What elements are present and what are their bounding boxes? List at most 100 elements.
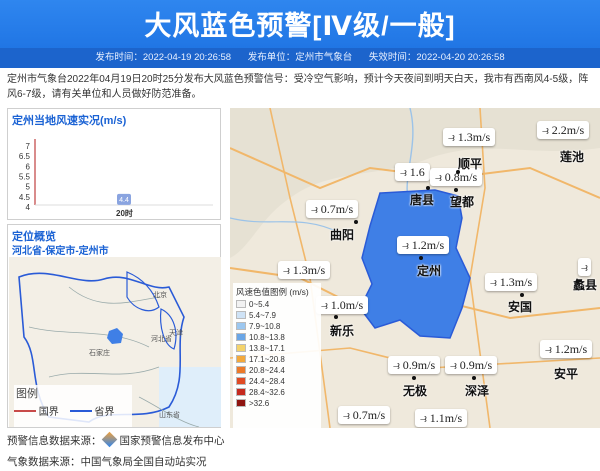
scale-swatch xyxy=(236,311,246,319)
location-path: 河北省-保定市-定州市 xyxy=(12,246,109,257)
city-dot xyxy=(472,376,476,380)
scale-row: 17.1~20.8 xyxy=(236,355,318,366)
wind-label[interactable]: ⥽ 1.1m/s xyxy=(415,409,468,427)
warning-meta: 发布时间：2022-04-19 20:26:58 发布单位：定州市气象台 失效时… xyxy=(0,48,600,68)
scale-swatch xyxy=(236,344,246,352)
scale-label: >32.6 xyxy=(249,399,270,408)
data-label: 4.4 xyxy=(119,197,129,204)
legend-country: 国界 xyxy=(38,407,59,418)
mini-map-legend: 图例 国界 省界 xyxy=(14,385,132,427)
wind-label[interactable]: ⥽ 1.2m/s xyxy=(397,236,450,254)
city-dot xyxy=(334,315,338,319)
city-shenze[interactable]: 深泽 xyxy=(465,382,489,399)
tianjin-border xyxy=(159,308,177,350)
wind-label[interactable]: ⥽ 1.3m/s xyxy=(278,261,331,279)
city-shunping[interactable]: 顺平 xyxy=(458,155,482,172)
mini-label-shijiazhuang: 石家庄 xyxy=(89,348,110,357)
scale-row: 5.4~7.9 xyxy=(236,311,318,322)
issue-time: 发布时间：2022-04-19 20:26:58 xyxy=(95,52,232,63)
city-dot xyxy=(426,186,430,190)
source-name[interactable]: 国家预警信息发布中心 xyxy=(120,435,225,447)
city-lixian[interactable]: 蠡县 xyxy=(573,276,597,293)
province-border-swatch xyxy=(69,410,92,412)
warning-source: 预警信息数据来源： 国家预警信息发布中心 xyxy=(7,431,225,448)
scale-swatch xyxy=(236,377,246,385)
legend-title: 图例 xyxy=(16,388,38,400)
weather-source: 气象数据来源：中国气象局全国自动站实况 xyxy=(7,456,207,468)
wind-label[interactable]: ⥽ 1.6 xyxy=(395,163,430,181)
city-lianchi[interactable]: 莲池 xyxy=(560,148,584,165)
source-logo-icon xyxy=(101,431,117,448)
scale-label: 10.8~13.8 xyxy=(249,333,285,342)
warning-header: 大风蓝色预警[Ⅳ级/一般] 发布时间：2022-04-19 20:26:58 发… xyxy=(0,0,600,68)
wind-chart: 76.56 5.554.54 4.4 xyxy=(19,139,213,212)
dingzhou-marker xyxy=(107,328,123,344)
city-quyang[interactable]: 曲阳 xyxy=(330,226,354,243)
admin-line xyxy=(48,366,160,378)
scale-label: 7.9~10.8 xyxy=(249,322,281,331)
city-wangdu[interactable]: 望都 xyxy=(450,193,474,210)
legend-province: 省界 xyxy=(94,407,115,418)
city-dingzhou[interactable]: 定州 xyxy=(417,262,441,279)
scale-row: 10.8~13.8 xyxy=(236,333,318,344)
scale-row: 24.4~28.4 xyxy=(236,377,318,388)
scale-swatch xyxy=(236,388,246,396)
city-xinle[interactable]: 新乐 xyxy=(330,322,354,339)
warning-title: 大风蓝色预警[Ⅳ级/一般] xyxy=(144,11,456,41)
y-tick-label: 4 xyxy=(26,203,31,212)
scale-row: >32.6 xyxy=(236,399,318,410)
wind-label[interactable]: ⥽ 1.2m/s xyxy=(540,340,593,358)
wind-label[interactable]: ⥽ 0.9m/s xyxy=(445,356,498,374)
scale-swatch xyxy=(236,366,246,374)
wind-label[interactable]: ⥽ 0.7m/s xyxy=(306,200,359,218)
scale-label: 20.8~24.4 xyxy=(249,366,285,375)
warning-description: 定州市气象台2022年04月19日20时25分发布大风蓝色预警信号：受冷空气影响… xyxy=(7,74,589,100)
country-border-swatch xyxy=(14,410,36,412)
city-dot xyxy=(354,220,358,224)
wind-label[interactable]: ⥽ 0.9m/s xyxy=(388,356,441,374)
scale-row: 13.8~17.1 xyxy=(236,344,318,355)
y-tick-label: 4.5 xyxy=(19,193,31,202)
issuer: 发布单位：定州市气象台 xyxy=(247,52,353,63)
mini-label-hebei: 河北省 xyxy=(151,334,172,343)
wind-label[interactable]: ⥽ 1.0m/s xyxy=(316,296,369,314)
admin-line xyxy=(28,326,150,348)
warning-area xyxy=(359,189,471,339)
scale-swatch xyxy=(236,399,246,407)
expire-time: 失效时间：2022-04-20 20:26:58 xyxy=(368,52,505,63)
y-tick-label: 7 xyxy=(26,142,31,151)
wind-label[interactable]: ⥽ 0.7m/s xyxy=(338,406,391,424)
scale-label: 28.4~32.6 xyxy=(249,388,285,397)
scale-swatch xyxy=(236,322,246,330)
scale-row: 20.8~24.4 xyxy=(236,366,318,377)
wind-label[interactable]: ⥽ 1.3m/s xyxy=(485,273,538,291)
location-panel: 定位概览 河北省-保定市-定州市 北京 天津 河北省 石家庄 山东省 图例 国界… xyxy=(7,224,221,428)
city-dot xyxy=(412,376,416,380)
scale-label: 0~5.4 xyxy=(249,300,270,309)
city-tangxian[interactable]: 唐县 xyxy=(410,191,434,208)
city-dot xyxy=(454,188,458,192)
scale-row: 0~5.4 xyxy=(236,300,318,311)
scale-swatch xyxy=(236,333,246,341)
city-dot xyxy=(520,293,524,297)
scale-swatch xyxy=(236,355,246,363)
city-dot xyxy=(419,256,423,260)
scale-row: 7.9~10.8 xyxy=(236,322,318,333)
y-tick-label: 6.5 xyxy=(19,152,31,161)
wind-scale-legend: 风速色值图例 (m/s) 0~5.4 5.4~7.9 7.9~10.8 10.8~13… xyxy=(233,283,321,428)
x-tick-label: 20时 xyxy=(116,209,133,218)
scale-label: 13.8~17.1 xyxy=(249,344,285,353)
city-anguo[interactable]: 安国 xyxy=(508,298,532,315)
mini-label-shandong: 山东省 xyxy=(159,410,180,419)
scale-title: 风速色值图例 (m/s) xyxy=(236,287,309,297)
wind-label-icon[interactable]: ⥽ xyxy=(578,258,591,276)
y-tick-label: 6 xyxy=(26,162,31,171)
city-anping[interactable]: 安平 xyxy=(554,365,578,382)
city-wuji[interactable]: 无极 xyxy=(403,382,427,399)
wind-label[interactable]: ⥽ 2.2m/s xyxy=(537,121,590,139)
scale-swatch xyxy=(236,300,246,308)
wind-label[interactable]: ⥽ 1.3m/s xyxy=(443,128,496,146)
wind-panel: 定州当地风速实况(m/s) 7 6.5 6 5.5 5 4.5 4 4.4 20时 xyxy=(7,108,221,220)
scale-row: 28.4~32.6 xyxy=(236,388,318,399)
y-tick-label: 5.5 xyxy=(19,173,31,182)
